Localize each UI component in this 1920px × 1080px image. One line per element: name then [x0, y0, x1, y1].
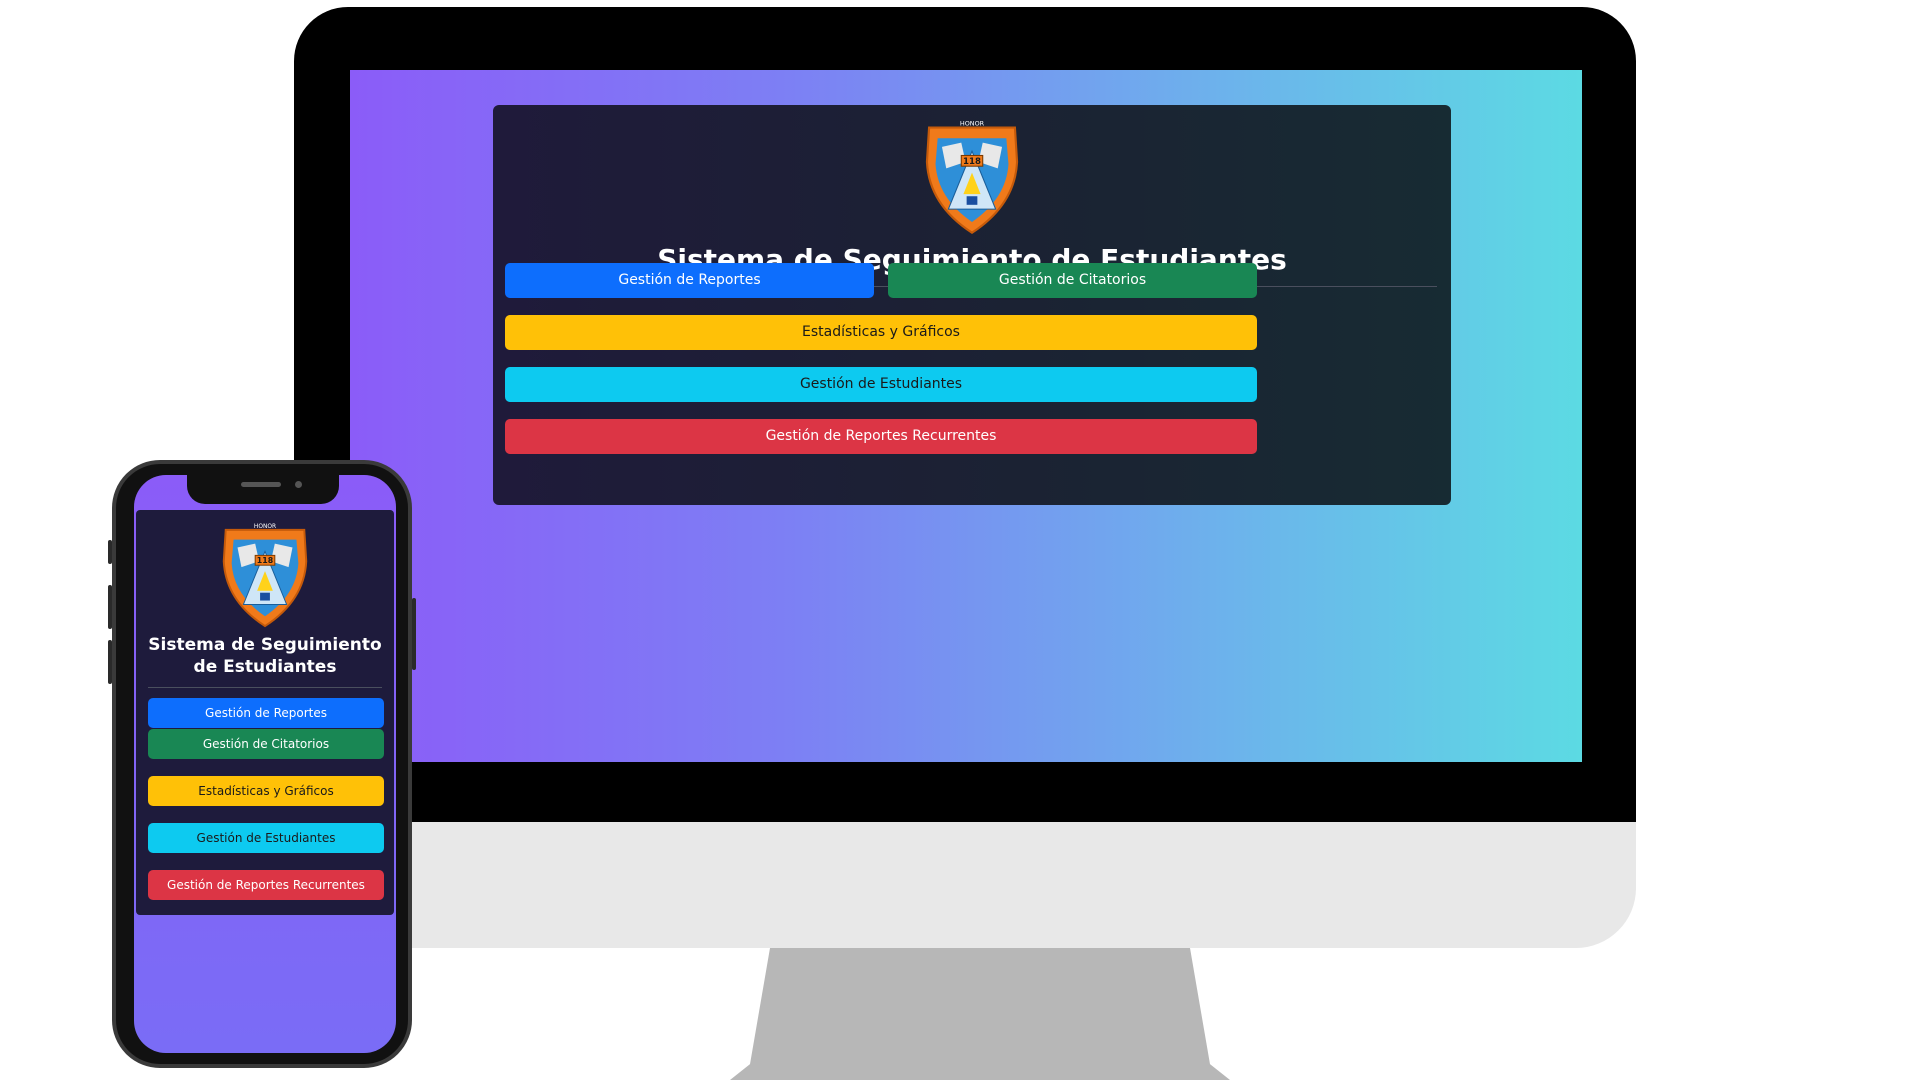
monitor-stand [730, 948, 1230, 1080]
title-divider-mobile [148, 687, 382, 688]
estadisticas-button-mobile[interactable]: Estadísticas y Gráficos [148, 776, 384, 806]
page-title-mobile: Sistema de Seguimiento de Estudiantes [148, 635, 382, 677]
svg-text:118: 118 [257, 556, 273, 565]
svg-text:118: 118 [963, 157, 981, 167]
phone-speaker [241, 482, 281, 487]
desktop-screen: 118 HONOR Sistema de Seguimiento de Estu… [350, 70, 1582, 762]
school-logo: 118 HONOR [918, 119, 1026, 237]
school-crest-icon: 118 HONOR [222, 524, 308, 628]
school-logo-mobile: 118 HONOR [215, 522, 315, 630]
monitor-chin [294, 822, 1636, 948]
reportes-button-mobile[interactable]: Gestión de Reportes [148, 698, 384, 728]
desktop-dashboard-card: 118 HONOR Sistema de Seguimiento de Estu… [493, 105, 1451, 505]
svg-text:HONOR: HONOR [960, 119, 985, 127]
mobile-dashboard-card: 118 HONOR Sistema de Seguimiento de Estu… [136, 510, 394, 915]
citatorios-button-mobile[interactable]: Gestión de Citatorios [148, 729, 384, 759]
reportes-button[interactable]: Gestión de Reportes [505, 263, 874, 298]
reportes-recurrentes-button[interactable]: Gestión de Reportes Recurrentes [505, 419, 1257, 454]
phone-camera [295, 481, 302, 488]
estudiantes-button-mobile[interactable]: Gestión de Estudiantes [148, 823, 384, 853]
citatorios-button[interactable]: Gestión de Citatorios [888, 263, 1257, 298]
reportes-recurrentes-button-mobile[interactable]: Gestión de Reportes Recurrentes [148, 870, 384, 900]
estudiantes-button[interactable]: Gestión de Estudiantes [505, 367, 1257, 402]
phone-power-button [412, 598, 416, 670]
phone-screen: 118 HONOR Sistema de Seguimiento de Estu… [134, 475, 396, 1053]
phone-notch [187, 474, 339, 504]
svg-text:HONOR: HONOR [254, 524, 276, 530]
school-crest-icon: 118 HONOR [925, 119, 1019, 234]
estadisticas-button[interactable]: Estadísticas y Gráficos [505, 315, 1257, 350]
